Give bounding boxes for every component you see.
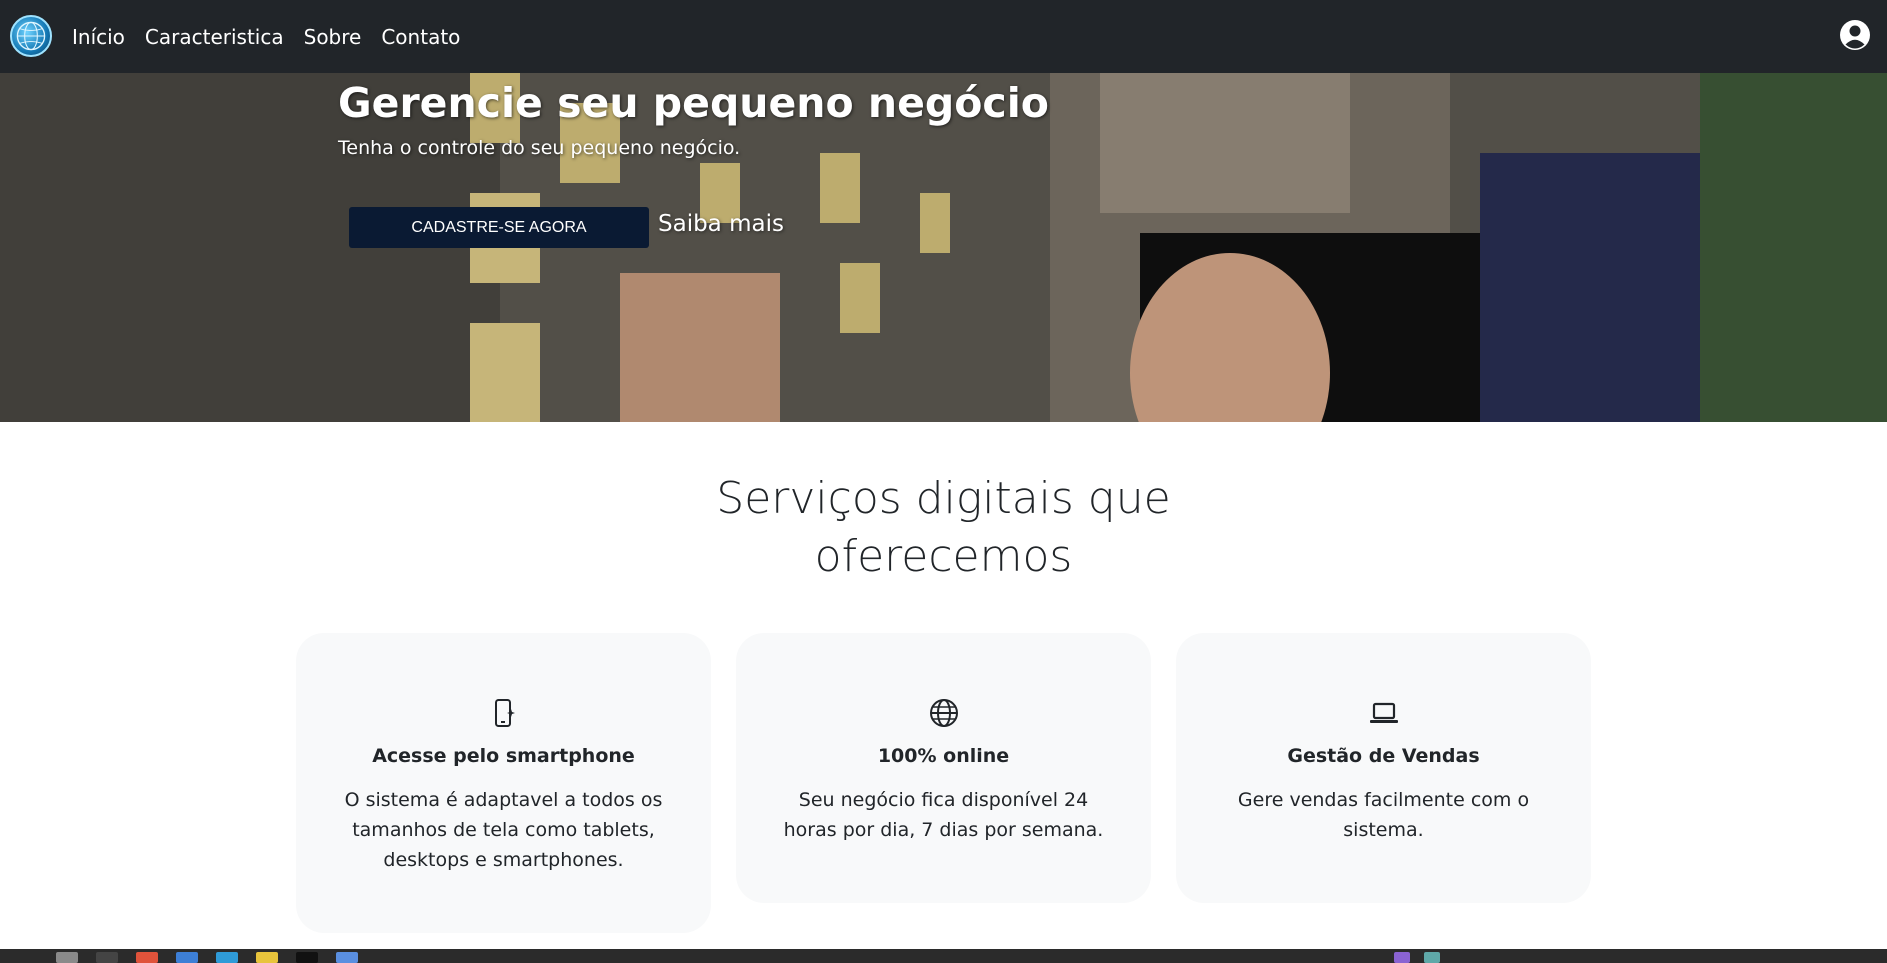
user-circle-icon[interactable] xyxy=(1839,19,1871,51)
taskbar-browser-icon[interactable] xyxy=(136,952,158,963)
taskbar-app-icon[interactable] xyxy=(56,952,78,963)
services-title-line2: oferecemos xyxy=(814,531,1073,582)
globe-icon xyxy=(929,699,958,727)
taskbar-app3-icon[interactable] xyxy=(336,952,358,963)
services-title: Serviços digitais que oferecemos xyxy=(0,470,1887,586)
taskbar-app2-icon[interactable] xyxy=(296,952,318,963)
laptop-icon xyxy=(1369,702,1398,723)
hero-subtitle: Tenha o controle do seu pequeno negócio. xyxy=(338,137,741,159)
nav-link-sobre[interactable]: Sobre xyxy=(304,25,362,49)
globe-logo-icon[interactable] xyxy=(10,15,52,57)
nav-link-caracteristica[interactable]: Caracteristica xyxy=(145,25,284,49)
nav-links: Início Caracteristica Sobre Contato xyxy=(72,0,460,73)
os-taskbar xyxy=(0,949,1887,963)
taskbar-files-icon[interactable] xyxy=(176,952,198,963)
card-text: Seu negócio fica disponível 24 horas por… xyxy=(783,789,1104,841)
services-title-line1: Serviços digitais que xyxy=(716,473,1171,524)
learn-more-link[interactable]: Saiba mais xyxy=(658,211,784,237)
nav-link-inicio[interactable]: Início xyxy=(72,25,125,49)
taskbar-folder-icon[interactable] xyxy=(256,952,278,963)
hero-title: Gerencie seu pequeno negócio xyxy=(338,79,1049,127)
card-text: O sistema é adaptavel a todos os tamanho… xyxy=(344,789,663,871)
card-title: Acesse pelo smartphone xyxy=(372,745,635,767)
card-text: Gere vendas facilmente com o sistema. xyxy=(1237,789,1530,841)
signup-button[interactable]: CADASTRE-SE AGORA xyxy=(349,207,649,248)
top-navbar: Início Caracteristica Sobre Contato xyxy=(0,0,1887,73)
hero-banner: Gerencie seu pequeno negócio Tenha o con… xyxy=(0,73,1887,422)
tray-icon[interactable] xyxy=(1424,952,1440,963)
service-card-sales: Gestão de Vendas Gere vendas facilmente … xyxy=(1176,633,1591,903)
service-card-online: 100% online Seu negócio fica disponível … xyxy=(736,633,1151,903)
nav-link-contato[interactable]: Contato xyxy=(381,25,460,49)
smartphone-icon xyxy=(494,699,515,727)
taskbar-terminal-icon[interactable] xyxy=(96,952,118,963)
service-card-smartphone: Acesse pelo smartphone O sistema é adapt… xyxy=(296,633,711,933)
tray-icon[interactable] xyxy=(1394,952,1410,963)
taskbar-editor-icon[interactable] xyxy=(216,952,238,963)
card-title: 100% online xyxy=(877,745,1010,767)
card-title: Gestão de Vendas xyxy=(1287,745,1480,767)
